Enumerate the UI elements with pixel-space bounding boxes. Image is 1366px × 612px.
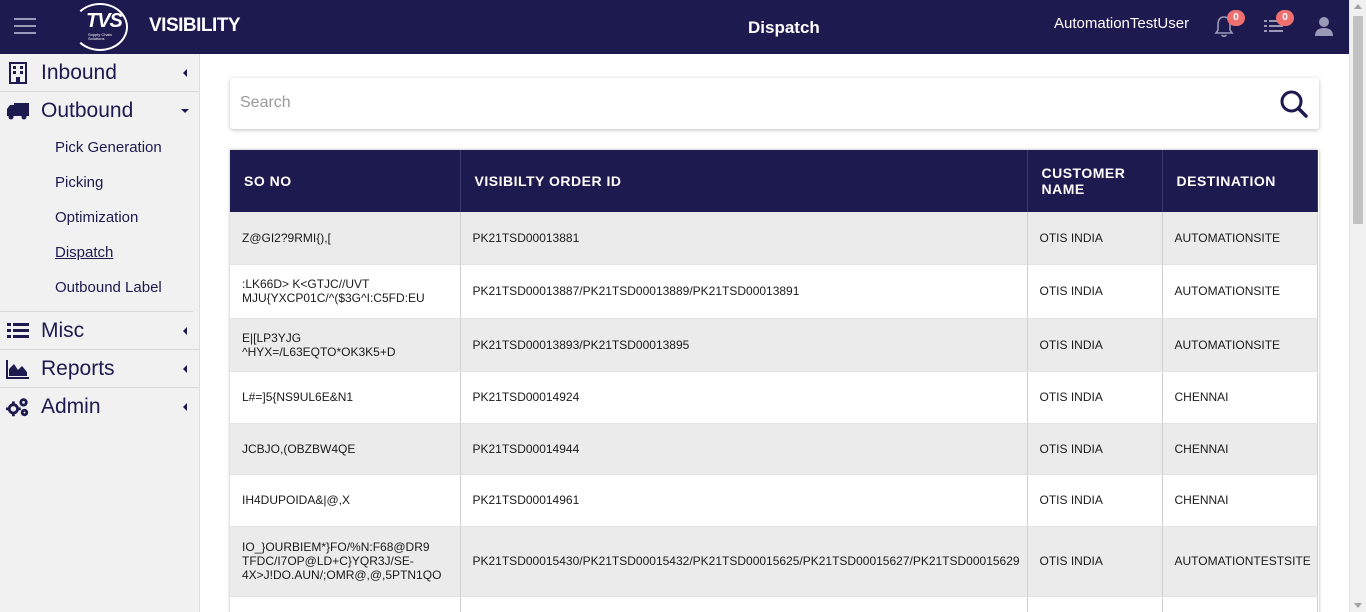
- column-header-order-id[interactable]: VISIBILTY ORDER ID: [460, 150, 1028, 212]
- sidebar-label-reports: Reports: [41, 356, 115, 380]
- sidebar: Inbound Outbound Pick Generation Picking…: [0, 54, 200, 612]
- chevron-left-icon: [183, 327, 187, 335]
- table-row[interactable]: :LK66D> K<GTJC//UVT MJU{YXCP01C/^($3G^I:…: [230, 264, 1318, 319]
- cell-destination: AUTOMATIONSITE: [1162, 212, 1318, 265]
- cell-customer: [1027, 596, 1163, 612]
- page-title: Dispatch: [748, 18, 820, 37]
- table-row[interactable]: E|[LP3YJG ^HYX=/L63EQTO*OK3K5+D PK21TSD0…: [230, 318, 1318, 372]
- cell-order-id: PK21TSD00013887/PK21TSD00013889/PK21TSD0…: [460, 264, 1028, 319]
- cell-destination: [1162, 596, 1318, 612]
- sidebar-item-admin[interactable]: Admin: [0, 388, 199, 426]
- cell-destination: CHENNAI: [1162, 474, 1318, 527]
- scroll-down-arrow-icon[interactable]: [1354, 603, 1362, 608]
- list-icon[interactable]: 0: [1262, 10, 1294, 38]
- logo-text: TVS: [86, 10, 123, 32]
- area-chart-icon: [6, 358, 30, 380]
- truck-icon: [6, 100, 30, 122]
- cell-destination: AUTOMATIONSITE: [1162, 318, 1318, 372]
- notification-badge: 0: [1227, 10, 1245, 26]
- cell-customer: OTIS INDIA: [1027, 474, 1163, 527]
- cell-order-id: PK21TSD00015430/PK21TSD00015432/PK21TSD0…: [460, 526, 1028, 597]
- cell-so-no: IO_}OURBIEM*}FO/%N:F68@DR9 TFDC/I7OP@LD+…: [230, 526, 461, 597]
- cell-so-no: :LK66D> K<GTJC//UVT MJU{YXCP01C/^($3G^I:…: [230, 264, 461, 319]
- search-icon[interactable]: [1279, 89, 1309, 119]
- sidebar-item-dispatch[interactable]: Dispatch: [0, 235, 193, 270]
- cell-customer: OTIS INDIA: [1027, 526, 1163, 597]
- sidebar-label-outbound: Outbound: [41, 99, 134, 122]
- cell-so-no: [230, 596, 461, 612]
- search-input[interactable]: [240, 88, 1260, 118]
- scroll-thumb[interactable]: [1353, 16, 1363, 224]
- column-header-destination[interactable]: DESTINATION: [1162, 150, 1318, 212]
- cell-destination: CHENNAI: [1162, 371, 1318, 424]
- scroll-up-arrow-icon[interactable]: [1354, 4, 1362, 9]
- sidebar-item-reports[interactable]: Reports: [0, 350, 199, 388]
- gears-icon: [6, 396, 30, 418]
- column-header-so-no[interactable]: SO NO: [230, 150, 461, 212]
- table-row[interactable]: [230, 596, 1318, 612]
- column-header-customer-name[interactable]: CUSTOMER NAME: [1027, 150, 1163, 212]
- chevron-left-icon: [183, 69, 187, 77]
- username[interactable]: AutomationTestUser: [1054, 15, 1189, 32]
- bell-icon[interactable]: 0: [1213, 10, 1245, 38]
- cell-so-no: L#=]5{NS9UL6E&N1: [230, 371, 461, 424]
- cell-order-id: [460, 596, 1028, 612]
- table-row[interactable]: IH4DUPOIDA&|@,X PK21TSD00014961 OTIS IND…: [230, 474, 1318, 527]
- sidebar-label-misc: Misc: [41, 318, 85, 342]
- page-scrollbar[interactable]: [1349, 0, 1366, 612]
- cell-order-id: PK21TSD00014944: [460, 423, 1028, 475]
- search-bar: [230, 78, 1319, 129]
- menu-icon[interactable]: [14, 18, 36, 36]
- cell-so-no: E|[LP3YJG ^HYX=/L63EQTO*OK3K5+D: [230, 318, 461, 372]
- sidebar-item-outbound-label[interactable]: Outbound Label: [0, 270, 193, 305]
- sidebar-item-pick-generation[interactable]: Pick Generation: [0, 130, 193, 165]
- brand-name: VISIBILITY: [149, 15, 241, 36]
- sidebar-item-picking[interactable]: Picking: [0, 165, 193, 200]
- cell-customer: OTIS INDIA: [1027, 264, 1163, 319]
- user-icon[interactable]: [1313, 14, 1337, 38]
- chevron-down-icon: [181, 109, 189, 113]
- dispatch-table: SO NO VISIBILTY ORDER ID CUSTOMER NAME D…: [230, 150, 1319, 612]
- list-icon: [6, 320, 30, 342]
- chevron-left-icon: [183, 403, 187, 411]
- cell-destination: CHENNAI: [1162, 423, 1318, 475]
- sidebar-label-inbound: Inbound: [41, 60, 117, 84]
- cell-order-id: PK21TSD00013881: [460, 212, 1028, 265]
- sidebar-item-inbound[interactable]: Inbound: [0, 54, 199, 92]
- sidebar-item-optimization[interactable]: Optimization: [0, 200, 193, 235]
- top-header: TVS Supply Chain Solutions VISIBILITY Di…: [0, 0, 1349, 54]
- cell-customer: OTIS INDIA: [1027, 371, 1163, 424]
- tasks-badge: 0: [1276, 10, 1294, 26]
- cell-order-id: PK21TSD00014924: [460, 371, 1028, 424]
- sidebar-label-admin: Admin: [41, 395, 101, 418]
- table-row[interactable]: JCBJO,(OBZBW4QE PK21TSD00014944 OTIS IND…: [230, 423, 1318, 475]
- table-row[interactable]: L#=]5{NS9UL6E&N1 PK21TSD00014924 OTIS IN…: [230, 371, 1318, 424]
- outbound-submenu: Pick Generation Picking Optimization Dis…: [0, 130, 193, 312]
- table-row[interactable]: IO_}OURBIEM*}FO/%N:F68@DR9 TFDC/I7OP@LD+…: [230, 526, 1318, 597]
- cell-customer: OTIS INDIA: [1027, 423, 1163, 475]
- table-row[interactable]: Z@GI2?9RMI{),[ PK21TSD00013881 OTIS INDI…: [230, 212, 1318, 265]
- cell-order-id: PK21TSD00013893/PK21TSD00013895: [460, 318, 1028, 372]
- cell-destination: AUTOMATIONTESTSITE: [1162, 526, 1318, 597]
- cell-customer: OTIS INDIA: [1027, 318, 1163, 372]
- table-header-row: SO NO VISIBILTY ORDER ID CUSTOMER NAME D…: [230, 150, 1318, 212]
- cell-so-no: Z@GI2?9RMI{),[: [230, 212, 461, 265]
- main-content: SO NO VISIBILTY ORDER ID CUSTOMER NAME D…: [200, 54, 1349, 612]
- cell-order-id: PK21TSD00014961: [460, 474, 1028, 527]
- sidebar-item-outbound[interactable]: Outbound: [0, 92, 199, 130]
- cell-destination: AUTOMATIONSITE: [1162, 264, 1318, 319]
- sidebar-item-misc[interactable]: Misc: [0, 312, 199, 350]
- chevron-left-icon: [183, 365, 187, 373]
- cell-so-no: JCBJO,(OBZBW4QE: [230, 423, 461, 475]
- cell-so-no: IH4DUPOIDA&|@,X: [230, 474, 461, 527]
- logo-subtext: Supply Chain Solutions: [88, 32, 112, 41]
- building-icon: [6, 61, 30, 84]
- cell-customer: OTIS INDIA: [1027, 212, 1163, 265]
